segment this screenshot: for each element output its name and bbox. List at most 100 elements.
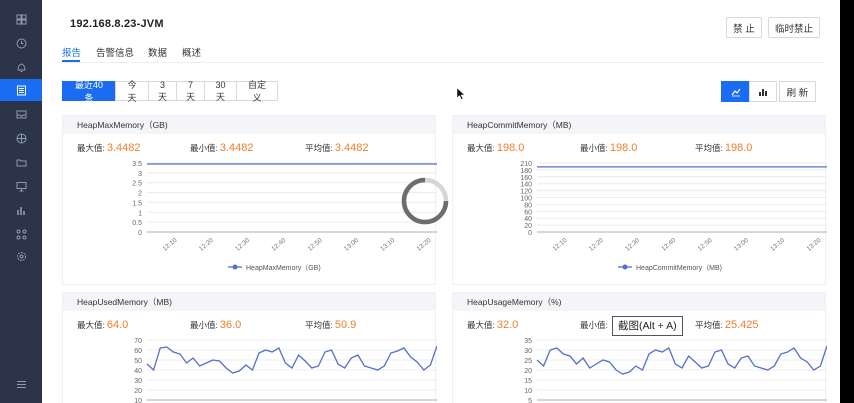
mouse-cursor-icon [457,88,465,100]
y-tick-label: 0 [138,230,142,237]
chart-panel-heap-usage: HeapUsageMemory（%) 最大值: 32.0 最小值: 平均值: 25.… [452,292,827,403]
sidebar-item-clock[interactable] [0,32,42,54]
tab-divider [58,62,824,63]
sidebar-item-monitor[interactable] [0,175,42,197]
y-tick-label: 20 [134,388,142,395]
sidebar-item-list[interactable] [0,79,42,101]
legend-marker [232,264,238,270]
x-tick-label: 12:10 [552,237,569,253]
sidebar-item-inbox[interactable] [0,103,42,125]
sidebar-item-folder[interactable] [0,151,42,173]
bell-icon [16,62,26,72]
y-tick-label: 2 [138,191,142,198]
x-tick-label: 13:00 [733,237,750,253]
line-chart-icon [731,88,740,96]
tab-data[interactable]: 数据 [148,45,167,59]
sidebar [0,0,42,403]
range-custom[interactable]: 自定义 [236,80,278,103]
sidebar-item-menu[interactable] [0,373,42,395]
y-tick-label: 0.5 [132,220,142,227]
loading-spinner-icon [401,177,449,225]
bar-chart-icon [759,88,767,96]
legend-marker [622,264,628,270]
x-tick-label: 12:40 [660,237,677,253]
y-tick-label: 35 [524,338,532,345]
sidebar-item-globe[interactable] [0,127,42,149]
nodes-icon [16,229,26,239]
y-tick-label: 60 [134,348,142,355]
bar-chart-icon [16,206,25,215]
chart-svg: 35 30 25 20 15 10 5 [524,338,827,403]
y-tick-label: 30 [524,348,532,355]
window-edge [840,0,854,403]
inbox-icon [16,110,26,118]
y-tick-label: 3.5 [132,161,142,168]
sidebar-item-bar-chart[interactable] [0,199,42,221]
chart-svg: 21018016014012010080604020012:10 12:20 12:… [520,161,827,272]
x-tick-label: 12:30 [234,237,251,253]
time-range-group: 最近40条 今天 3天 7天 30天 自定义 [62,80,278,103]
line-view-button[interactable] [721,81,750,102]
y-tick-label: 5 [528,398,532,403]
x-tick-label: 13:10 [379,237,396,253]
range-today[interactable]: 今天 [115,80,149,103]
y-tick-label: 10 [134,398,142,403]
chart-panel-heap-max: HeapMaxMemory（GB) 最大值: 3.4482 最小值: 3.4482 … [62,115,437,285]
temp-disable-button[interactable]: 临时禁止 [768,17,820,38]
chart-panel-heap-commit: HeapCommitMemory（MB) 最大值: 198.0 最小值: 198.0… [452,115,827,285]
x-tick-label: 12:50 [697,237,714,253]
tab-overview[interactable]: 概述 [182,45,201,59]
sidebar-item-bell[interactable] [0,56,42,78]
y-tick-label: 3 [138,171,142,178]
chart-panel-heap-used: HeapUsedMemory（MB) 最大值: 64.0 最小值: 36.0 平均值… [62,292,437,403]
tab-report[interactable]: 报告 [62,45,81,59]
refresh-button[interactable]: 刷 新 [779,81,816,102]
y-tick-label: 25 [524,358,532,365]
settings-icon [16,251,26,261]
range-30-days[interactable]: 30天 [204,80,237,102]
folder-icon [16,159,26,166]
monitor-icon [16,181,26,191]
chart-svg: 3.5 3 2.5 2 1.5 1 0.5 0 12:10 12:20 12:30 12:40 12:5… [132,161,437,272]
screenshot-tooltip: 截图(Alt + A) [612,316,683,336]
y-tick-label: 2.5 [132,181,142,188]
sidebar-item-grid[interactable] [0,8,42,30]
y-tick-label: 1 [138,210,142,217]
globe-icon [16,133,26,143]
x-tick-label: 13:00 [343,237,360,253]
x-tick-label: 13:20 [806,237,823,253]
chart-svg: 70 60 50 40 30 20 10 [134,338,437,403]
range-7-days[interactable]: 7天 [176,80,205,102]
x-tick-label: 12:20 [198,237,215,253]
y-tick-label: 40 [134,368,142,375]
x-tick-label: 12:10 [162,237,179,253]
disable-button[interactable]: 禁 止 [726,17,762,38]
bar-view-button[interactable] [749,81,777,102]
x-tick-label: 12:30 [624,237,641,253]
x-tick-label: 13:20 [416,237,433,253]
x-tick-label: 12:40 [270,237,287,253]
legend-label: HeapCommitMemory（MB) [636,264,722,272]
y-tick-label: 70 [134,338,142,345]
x-tick-label: 13:10 [769,237,786,253]
y-tick-label: 15 [524,378,532,385]
range-last-40[interactable]: 最近40条 [62,80,116,103]
grid-icon [16,14,26,24]
x-tick-label: 12:50 [307,237,324,253]
list-icon [16,85,26,95]
sidebar-item-nodes[interactable] [0,223,42,245]
range-3-days[interactable]: 3天 [148,80,177,102]
legend-label: HeapMaxMemory（GB) [246,264,321,272]
y-tick-label: 0 [528,230,532,237]
clock-icon [16,38,26,48]
page-title: 192.168.8.23-JVM [70,18,164,30]
y-tick-label: 20 [524,368,532,375]
tab-alerts[interactable]: 告警信息 [96,45,134,59]
y-tick-label: 30 [134,378,142,385]
y-tick-label: 1.5 [132,200,142,207]
sidebar-item-settings[interactable] [0,245,42,267]
y-tick-label: 10 [524,388,532,395]
y-tick-label: 50 [134,358,142,365]
menu-icon [16,380,26,388]
x-tick-label: 12:20 [588,237,605,253]
